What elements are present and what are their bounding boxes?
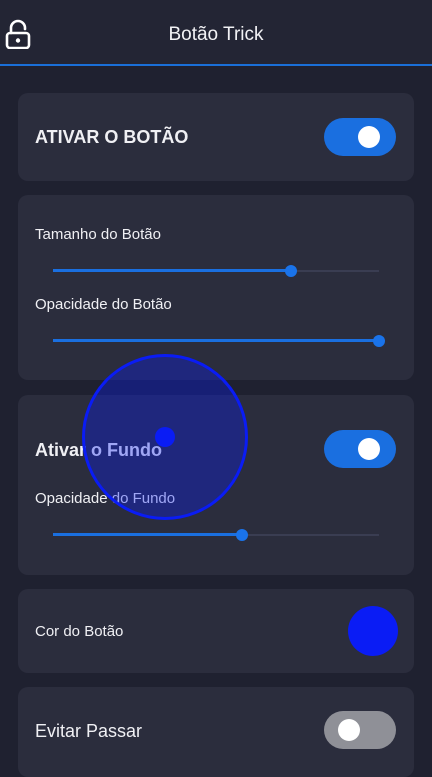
button-settings-card: Tamanho do Botão Opacidade do Botão [18,195,414,380]
toggle-knob [338,719,360,741]
avoid-pass-card: Evitar Passar [18,687,414,777]
avoid-pass-label: Evitar Passar [35,721,143,741]
floating-button-center-dot [155,427,175,447]
button-opacity-slider[interactable] [53,334,385,348]
slider-thumb[interactable] [284,265,297,277]
app-header: Botão Trick [0,0,432,66]
toggle-knob [358,126,380,148]
button-size-slider[interactable] [53,264,379,278]
button-size-label: Tamanho do Botão [35,226,161,243]
toggle-knob [358,438,380,460]
color-swatch[interactable] [348,606,398,656]
slider-thumb[interactable] [236,529,249,541]
enable-background-toggle[interactable] [324,430,396,468]
enable-button-card: ATIVAR O BOTÃO [18,93,414,181]
background-opacity-slider[interactable] [53,528,379,542]
enable-button-label: ATIVAR O BOTÃO [35,127,189,147]
button-opacity-label: Opacidade do Botão [35,296,172,313]
button-color-card: Cor do Botão [18,589,414,673]
floating-trick-button[interactable] [82,354,248,520]
button-color-label: Cor do Botão [35,623,124,640]
enable-button-toggle[interactable] [324,118,396,156]
page-title: Botão Trick [168,24,264,45]
avoid-pass-toggle[interactable] [324,711,396,749]
slider-thumb[interactable] [373,335,385,347]
